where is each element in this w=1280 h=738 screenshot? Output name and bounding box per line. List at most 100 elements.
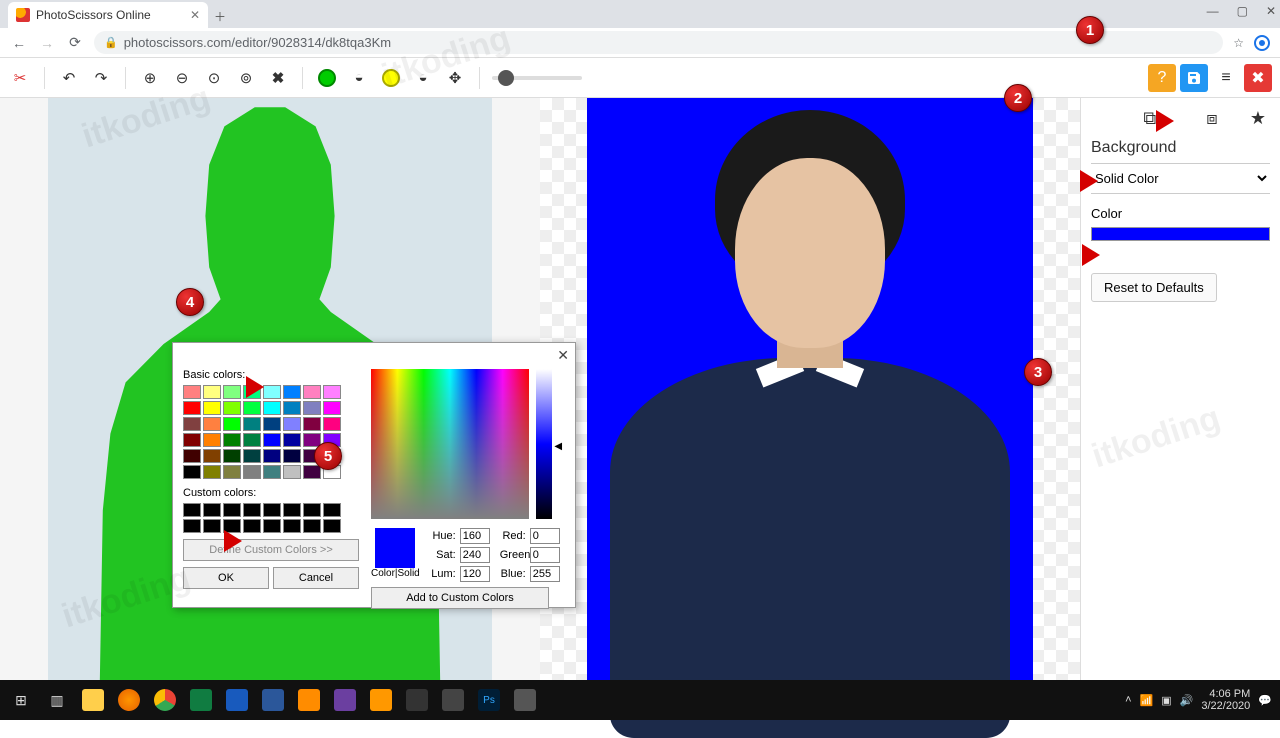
color-swatch[interactable] bbox=[243, 465, 261, 479]
menu-button[interactable]: ≡ bbox=[1212, 64, 1240, 92]
favorites-icon[interactable]: ★ bbox=[1250, 108, 1266, 129]
brush-size-slider[interactable] bbox=[492, 76, 582, 80]
window-close-icon[interactable]: ✕ bbox=[1266, 4, 1276, 18]
background-mode-select[interactable]: Solid Color bbox=[1091, 163, 1270, 194]
app-close-button[interactable]: ✖ bbox=[1244, 64, 1272, 92]
color-swatch[interactable] bbox=[223, 433, 241, 447]
custom-swatch[interactable] bbox=[243, 503, 261, 517]
color-swatch[interactable] bbox=[183, 401, 201, 415]
lum-input[interactable] bbox=[460, 566, 490, 582]
dialog-close-icon[interactable]: ✕ bbox=[557, 347, 569, 364]
cancel-button[interactable]: Cancel bbox=[273, 567, 359, 589]
tray-chevron-icon[interactable]: ˄ bbox=[1125, 694, 1131, 706]
color-swatch[interactable] bbox=[183, 385, 201, 399]
color-swatch[interactable] bbox=[303, 401, 321, 415]
color-gradient[interactable] bbox=[371, 369, 529, 519]
custom-swatch[interactable] bbox=[323, 503, 341, 517]
color-swatch[interactable] bbox=[203, 385, 221, 399]
define-custom-button[interactable]: Define Custom Colors >> bbox=[183, 539, 359, 561]
color-swatch[interactable] bbox=[203, 401, 221, 415]
color-swatch[interactable] bbox=[223, 385, 241, 399]
custom-swatch[interactable] bbox=[203, 503, 221, 517]
color-swatch[interactable] bbox=[203, 465, 221, 479]
color-swatch[interactable] bbox=[243, 417, 261, 431]
custom-swatch[interactable] bbox=[283, 519, 301, 533]
custom-swatch[interactable] bbox=[203, 519, 221, 533]
color-swatch[interactable] bbox=[203, 433, 221, 447]
zoom-fit-icon[interactable]: ⊙ bbox=[202, 66, 226, 90]
color-swatch[interactable] bbox=[283, 385, 301, 399]
color-swatch[interactable] bbox=[283, 417, 301, 431]
custom-swatch[interactable] bbox=[263, 503, 281, 517]
redo-icon[interactable]: ↷ bbox=[89, 66, 113, 90]
green-input[interactable] bbox=[530, 547, 560, 563]
help-button[interactable]: ? bbox=[1148, 64, 1176, 92]
taskbar-clock[interactable]: 4:06 PM 3/22/2020 bbox=[1201, 688, 1250, 712]
chrome-icon[interactable] bbox=[152, 687, 178, 713]
custom-swatch[interactable] bbox=[183, 519, 201, 533]
zoom-out-icon[interactable]: ⊖ bbox=[170, 66, 194, 90]
color-swatch[interactable] bbox=[303, 385, 321, 399]
color-swatch[interactable] bbox=[283, 401, 301, 415]
color-swatch[interactable] bbox=[323, 401, 341, 415]
pan-icon[interactable]: ✥ bbox=[443, 66, 467, 90]
custom-swatch[interactable] bbox=[323, 519, 341, 533]
color-swatch[interactable] bbox=[263, 433, 281, 447]
back-icon[interactable]: ← bbox=[10, 35, 28, 51]
result-pane[interactable] bbox=[540, 98, 1080, 680]
undo-icon[interactable]: ↶ bbox=[57, 66, 81, 90]
hue-input[interactable] bbox=[460, 528, 490, 544]
zoom-actual-icon[interactable]: ⊚ bbox=[234, 66, 258, 90]
custom-swatch[interactable] bbox=[263, 519, 281, 533]
url-field[interactable]: 🔒 photoscissors.com/editor/9028314/dk8tq… bbox=[94, 31, 1223, 54]
app-icon[interactable] bbox=[512, 687, 538, 713]
app-icon[interactable] bbox=[296, 687, 322, 713]
color-swatch[interactable] bbox=[263, 417, 281, 431]
color-swatch[interactable] bbox=[323, 417, 341, 431]
custom-swatch[interactable] bbox=[183, 503, 201, 517]
color-swatch[interactable] bbox=[183, 433, 201, 447]
blue-input[interactable] bbox=[530, 566, 560, 582]
tray-battery-icon[interactable]: ▣ bbox=[1161, 694, 1171, 707]
background-marker-button[interactable] bbox=[379, 66, 403, 90]
color-swatch[interactable] bbox=[283, 465, 301, 479]
color-swatch-button[interactable] bbox=[1091, 227, 1270, 241]
color-swatch[interactable] bbox=[223, 417, 241, 431]
color-swatch[interactable] bbox=[223, 449, 241, 463]
app-icon[interactable] bbox=[440, 687, 466, 713]
color-swatch[interactable] bbox=[203, 449, 221, 463]
foreground-eraser-icon[interactable]: ◒ bbox=[347, 66, 371, 90]
color-swatch[interactable] bbox=[223, 465, 241, 479]
background-tab-icon[interactable]: ⧈ bbox=[1206, 108, 1217, 129]
color-swatch[interactable] bbox=[323, 385, 341, 399]
color-swatch[interactable] bbox=[223, 401, 241, 415]
color-swatch[interactable] bbox=[243, 449, 261, 463]
sat-input[interactable] bbox=[460, 547, 490, 563]
task-view-icon[interactable]: ▥ bbox=[44, 687, 70, 713]
custom-swatch[interactable] bbox=[303, 519, 321, 533]
tray-network-icon[interactable]: 📶 bbox=[1140, 694, 1154, 707]
color-swatch[interactable] bbox=[183, 449, 201, 463]
color-swatch[interactable] bbox=[183, 417, 201, 431]
custom-swatch[interactable] bbox=[243, 519, 261, 533]
zoom-in-icon[interactable]: ⊕ bbox=[138, 66, 162, 90]
color-swatch[interactable] bbox=[183, 465, 201, 479]
red-input[interactable] bbox=[530, 528, 560, 544]
app-icon[interactable] bbox=[260, 687, 286, 713]
reload-icon[interactable]: ⟳ bbox=[66, 34, 84, 51]
color-swatch[interactable] bbox=[283, 433, 301, 447]
start-button[interactable]: ⊞ bbox=[8, 687, 34, 713]
browser-tab[interactable]: PhotoScissors Online ✕ bbox=[8, 2, 208, 28]
custom-swatch[interactable] bbox=[283, 503, 301, 517]
photoshop-icon[interactable]: Ps bbox=[476, 687, 502, 713]
bookmark-star-icon[interactable]: ☆ bbox=[1233, 36, 1244, 50]
ok-button[interactable]: OK bbox=[183, 567, 269, 589]
color-swatch[interactable] bbox=[203, 417, 221, 431]
foreground-tab-icon[interactable]: ⧉ bbox=[1143, 108, 1156, 129]
foreground-marker-button[interactable] bbox=[315, 66, 339, 90]
color-swatch[interactable] bbox=[263, 465, 281, 479]
window-minimize-icon[interactable]: — bbox=[1207, 4, 1219, 18]
color-swatch[interactable] bbox=[303, 465, 321, 479]
tray-volume-icon[interactable]: 🔊 bbox=[1180, 694, 1194, 707]
app-icon[interactable] bbox=[332, 687, 358, 713]
